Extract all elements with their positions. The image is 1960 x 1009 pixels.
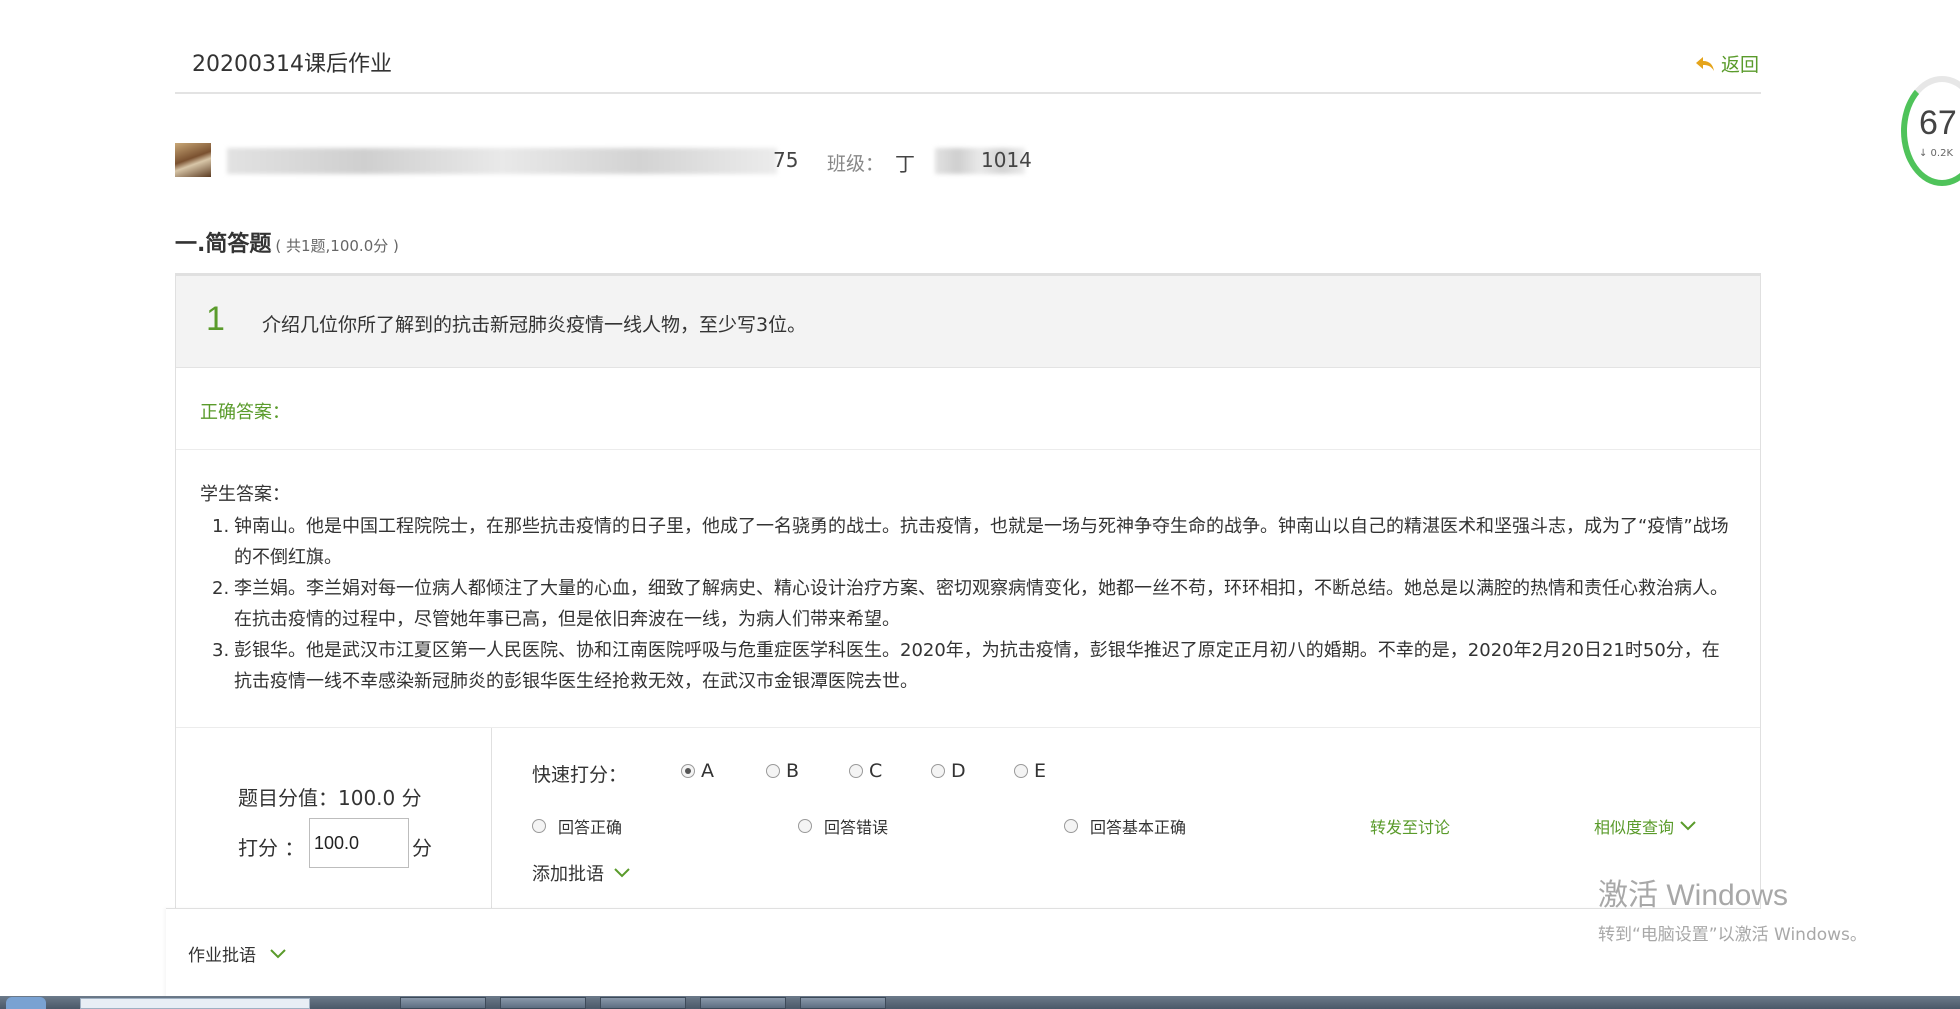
question-header: 1 介绍几位你所了解到的抗击新冠肺炎疫情一线人物，至少写3位。 [176, 276, 1760, 368]
student-answer-list: 1. 钟南山。他是中国工程院院士，在那些抗击疫情的日子里，他成了一名骁勇的战士。… [212, 511, 1732, 697]
page-header: 20200314课后作业 返回 [175, 0, 1761, 94]
watermark-subtitle: 转到“电脑设置”以激活 Windows。 [1598, 925, 1867, 945]
score-input[interactable] [309, 818, 409, 868]
answer-index: 1. [212, 516, 230, 537]
quick-grade-b[interactable]: B [766, 760, 799, 782]
class-prefix: 丁 [895, 152, 915, 176]
list-item: 1. 钟南山。他是中国工程院院士，在那些抗击疫情的日子里，他成了一名骁勇的战士。… [212, 511, 1732, 573]
quick-grade-e[interactable]: E [1014, 760, 1046, 782]
taskbar-app-4[interactable] [700, 997, 786, 1009]
student-answer: 学生答案： 1. 钟南山。他是中国工程院院士，在那些抗击疫情的日子里，他成了一名… [176, 450, 1760, 728]
question-number: 1 [206, 300, 225, 338]
add-comment-toggle[interactable]: 添加批语 [532, 860, 630, 886]
taskbar [0, 996, 1960, 1009]
homework-comment-label: 作业批语 [188, 946, 256, 966]
answer-text: 李兰娟。李兰娟对每一位病人都倾注了大量的心血，细致了解病史、精心设计治疗方案、密… [234, 578, 1728, 630]
score-widget-sub: ↓ 0.2K [1919, 148, 1954, 159]
homework-comment-bar: 作业批语 [166, 908, 1761, 1009]
radio-icon [849, 764, 863, 778]
question-card: 1 介绍几位你所了解到的抗击新冠肺炎疫情一线人物，至少写3位。 正确答案： 学生… [175, 273, 1761, 1009]
radio-icon [798, 819, 812, 833]
back-link[interactable]: 返回 [1695, 50, 1759, 77]
student-info: 75 班级： 丁 1014 [175, 140, 1075, 180]
chevron-down-icon [270, 948, 286, 958]
back-arrow-icon [1695, 56, 1714, 71]
grading-panel: 题目分值：100.0 分 打分 ： 分 快速打分： A B C D E 回 [176, 728, 1760, 910]
score-widget-value: 67 [1919, 104, 1957, 142]
taskbar-app-3[interactable] [600, 997, 686, 1009]
radio-icon [766, 764, 780, 778]
windows-activation-watermark: 激活 Windows 转到“电脑设置”以激活 Windows。 [1598, 870, 1867, 945]
question-total-score: 题目分值：100.0 分 [238, 786, 422, 810]
quick-grade-c[interactable]: C [849, 760, 882, 782]
score-label: 打分 ： [238, 836, 305, 860]
page-title: 20200314课后作业 [192, 52, 392, 77]
score-widget[interactable]: 67 ↓ 0.2K [1901, 76, 1960, 186]
taskbar-app-5[interactable] [800, 997, 886, 1009]
answer-index: 3. [212, 640, 230, 661]
quick-grade-d[interactable]: D [931, 760, 966, 782]
radio-icon [1014, 764, 1028, 778]
score-unit: 分 [412, 836, 432, 860]
comment-correct[interactable]: 回答正确 [532, 814, 622, 838]
answer-text: 彭银华。他是武汉市江夏区第一人民医院、协和江南医院呼吸与危重症医学科医生。202… [234, 640, 1720, 692]
comment-mostly-correct[interactable]: 回答基本正确 [1064, 814, 1186, 838]
radio-icon [1064, 819, 1078, 833]
class-label: 班级： [827, 153, 885, 175]
quick-grade-label: 快速打分： [532, 764, 628, 786]
similarity-check-label: 相似度查询 [1594, 818, 1675, 837]
redacted-student-name [227, 148, 777, 174]
taskbar-search[interactable] [80, 998, 310, 1009]
answer-index: 2. [212, 578, 230, 599]
radio-icon [931, 764, 945, 778]
class-tail: 1014 [981, 148, 1032, 172]
forward-to-discussion-link[interactable]: 转发至讨论 [1370, 814, 1450, 838]
back-link-label: 返回 [1720, 54, 1759, 76]
chevron-down-icon [1680, 821, 1696, 831]
homework-comment-toggle[interactable]: 作业批语 [188, 941, 286, 966]
start-button[interactable] [6, 997, 46, 1009]
correct-answer: 正确答案： [176, 368, 1760, 450]
correct-answer-label: 正确答案： [200, 402, 290, 423]
score-panel: 题目分值：100.0 分 打分 ： 分 [176, 728, 492, 910]
student-answer-label: 学生答案： [200, 484, 290, 505]
list-item: 3. 彭银华。他是武汉市江夏区第一人民医院、协和江南医院呼吸与危重症医学科医生。… [212, 635, 1732, 697]
section-title: 一.简答题 ( 共1题,100.0分 ) [175, 226, 399, 258]
question-text: 介绍几位你所了解到的抗击新冠肺炎疫情一线人物，至少写3位。 [262, 314, 807, 336]
quick-grade-a[interactable]: A [681, 760, 714, 782]
radio-icon [681, 764, 695, 778]
list-item: 2. 李兰娟。李兰娟对每一位病人都倾注了大量的心血，细致了解病史、精心设计治疗方… [212, 573, 1732, 635]
comment-wrong[interactable]: 回答错误 [798, 814, 888, 838]
taskbar-app-2[interactable] [500, 997, 586, 1009]
chevron-down-icon [614, 868, 630, 878]
taskbar-app-1[interactable] [400, 997, 486, 1009]
watermark-title: 激活 Windows [1598, 879, 1789, 912]
avatar [175, 143, 211, 177]
student-id-tail: 75 [773, 148, 799, 172]
section-name: 一.简答题 [175, 232, 272, 257]
similarity-check-link[interactable]: 相似度查询 [1594, 814, 1696, 838]
radio-icon [532, 819, 546, 833]
section-meta: ( 共1题,100.0分 ) [275, 237, 399, 255]
add-comment-label: 添加批语 [532, 864, 604, 885]
answer-text: 钟南山。他是中国工程院院士，在那些抗击疫情的日子里，他成了一名骁勇的战士。抗击疫… [234, 516, 1729, 568]
